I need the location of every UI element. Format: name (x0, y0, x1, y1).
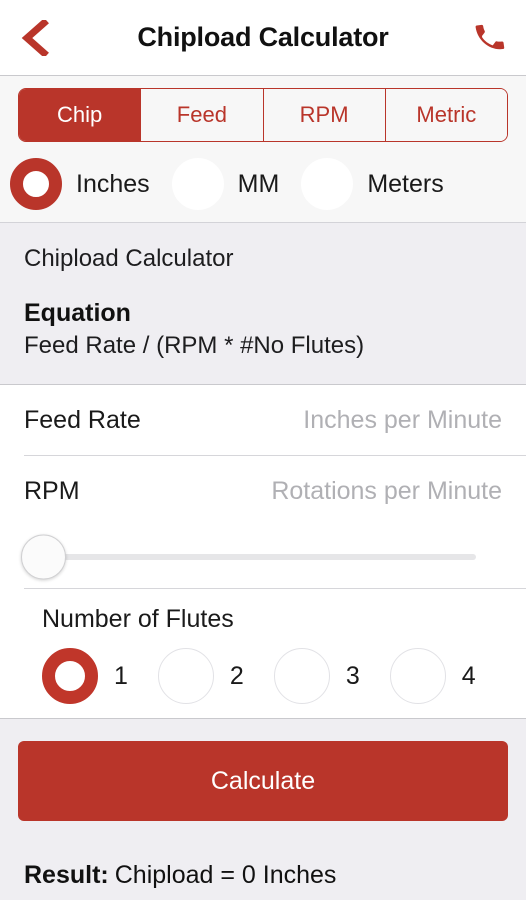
unit-label-mm: MM (237, 169, 280, 198)
rpm-slider-thumb[interactable] (21, 534, 66, 580)
chevron-left-icon (21, 19, 49, 56)
rpm-input[interactable] (79, 476, 502, 506)
tab-feed[interactable]: Feed (141, 89, 264, 141)
unit-option-meters[interactable]: Meters (301, 158, 465, 210)
tab-rpm[interactable]: RPM (263, 89, 386, 141)
tab-chip[interactable]: Chip (19, 89, 142, 141)
equation-subtitle: Chipload Calculator (24, 245, 234, 272)
flute-label-1: 1 (114, 661, 128, 690)
chipload-calculator-screen: Chipload Calculator Chip Feed RPM Metric… (0, 0, 526, 900)
result-value: Chipload = 0 Inches (114, 861, 337, 889)
page-title: Chipload Calculator (137, 22, 389, 52)
equation-panel: Chipload Calculator Equation Feed Rate /… (0, 223, 526, 385)
unit-option-mm[interactable]: MM (171, 158, 302, 210)
tab-bar-container: Chip Feed RPM Metric (0, 76, 526, 154)
flutes-title: Number of Flutes (42, 605, 234, 633)
flute-option-2[interactable]: 2 (157, 648, 274, 704)
radio-flute-3-icon[interactable] (273, 648, 330, 704)
flutes-selector: Number of Flutes 1 2 3 4 (0, 589, 526, 718)
feed-rate-label: Feed Rate (24, 405, 141, 434)
radio-flute-4-icon[interactable] (389, 648, 446, 704)
back-button[interactable] (12, 16, 56, 60)
result-line: Result: Chipload = 0 Inches (18, 861, 508, 890)
radio-flute-2-icon[interactable] (157, 648, 214, 704)
phone-icon (475, 24, 505, 49)
equation-formula: Feed Rate / (RPM * #No Flutes) (24, 332, 365, 359)
flute-option-4[interactable]: 4 (389, 648, 506, 704)
unit-label-inches: Inches (76, 169, 150, 198)
radio-mm-icon[interactable] (171, 158, 224, 210)
input-form: Feed Rate RPM Number of Flutes 1 (0, 385, 526, 718)
radio-flute-1-icon[interactable] (42, 648, 98, 704)
tab-metric[interactable]: Metric (385, 89, 507, 141)
calculate-button[interactable]: Calculate (18, 741, 508, 821)
flute-label-3: 3 (345, 661, 360, 690)
flutes-options: 1 2 3 4 (42, 648, 526, 704)
flute-option-3[interactable]: 3 (273, 648, 390, 704)
call-button[interactable] (468, 16, 512, 60)
feed-rate-row: Feed Rate (0, 385, 526, 455)
unit-option-inches[interactable]: Inches (10, 158, 172, 210)
rpm-row: RPM (0, 456, 526, 526)
unit-label-meters: Meters (367, 169, 444, 198)
rpm-slider[interactable] (21, 534, 476, 580)
rpm-slider-row (0, 526, 526, 588)
unit-selector: Inches MM Meters (0, 154, 526, 223)
rpm-label: RPM (24, 476, 80, 505)
footer: Calculate Result: Chipload = 0 Inches (0, 718, 526, 900)
app-header: Chipload Calculator (0, 0, 526, 76)
radio-meters-icon[interactable] (301, 158, 354, 210)
result-label: Result: (24, 861, 109, 889)
flute-label-4: 4 (461, 661, 476, 690)
feed-rate-input[interactable] (140, 405, 502, 435)
equation-heading: Equation (24, 299, 131, 327)
radio-inches-icon[interactable] (10, 158, 62, 210)
flute-label-2: 2 (229, 661, 244, 690)
segmented-control[interactable]: Chip Feed RPM Metric (18, 88, 508, 142)
flute-option-1[interactable]: 1 (42, 648, 158, 704)
